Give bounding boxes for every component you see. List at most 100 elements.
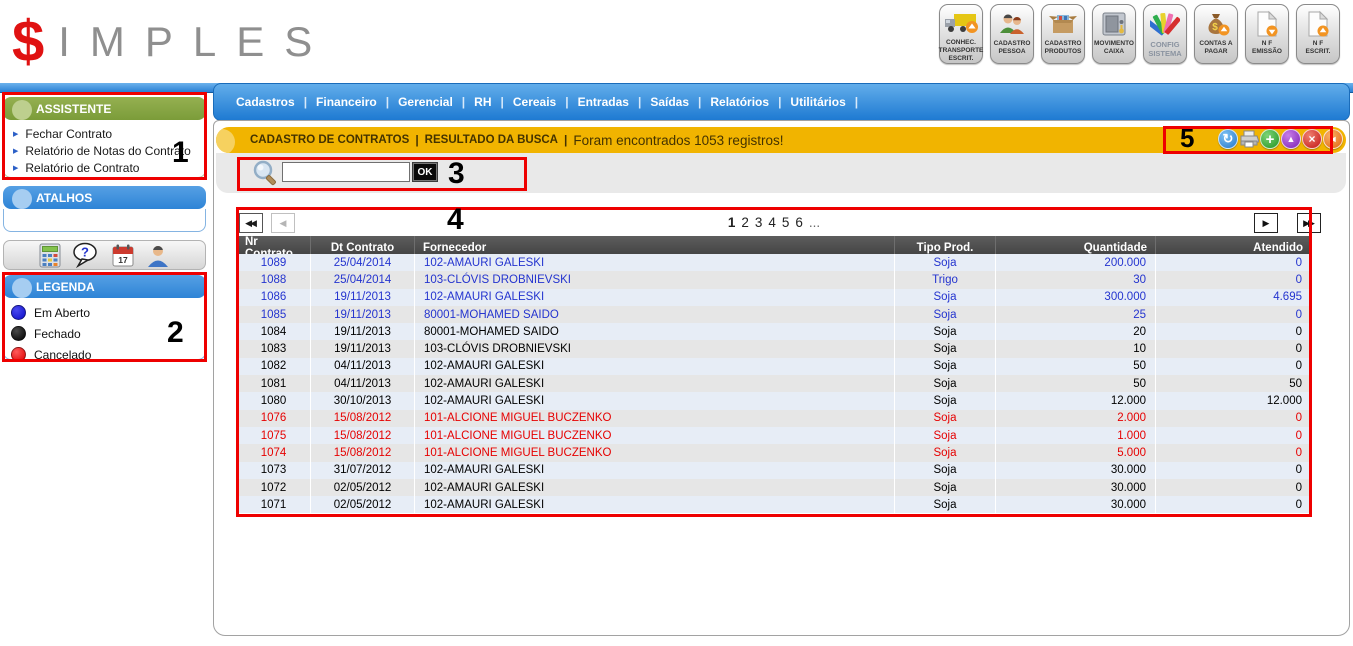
cell-fornecedor: 101-ALCIONE MIGUEL BUCZENKO [415, 444, 895, 461]
cell-atendido: 0 [1156, 306, 1311, 323]
app-logo: $ IMPLES [12, 6, 332, 78]
pagination-page-1[interactable]: 1 [728, 215, 736, 230]
pagination-page-3[interactable]: 3 [755, 215, 763, 230]
table-row[interactable]: 1080 30/10/2013 102-AMAURI GALESKI Soja … [237, 392, 1311, 409]
cell-nr-contrato[interactable]: 1072 [237, 479, 311, 496]
cell-atendido: 0 [1156, 462, 1311, 479]
legenda-panel: LEGENDA Em Aberto Fechado Cancelado [3, 275, 206, 360]
table-row[interactable]: 1086 19/11/2013 102-AMAURI GALESKI Soja … [237, 289, 1311, 306]
cell-dt-contrato: 25/04/2014 [311, 254, 415, 271]
table-row[interactable]: 1075 15/08/2012 101-ALCIONE MIGUEL BUCZE… [237, 427, 1311, 444]
cell-nr-contrato[interactable]: 1081 [237, 375, 311, 392]
cell-fornecedor: 102-AMAURI GALESKI [415, 496, 895, 513]
menu-item-gerencial[interactable]: Gerencial [398, 95, 453, 109]
cell-nr-contrato[interactable]: 1084 [237, 323, 311, 340]
cell-dt-contrato: 04/11/2013 [311, 358, 415, 375]
cell-nr-contrato[interactable]: 1088 [237, 271, 311, 288]
cell-nr-contrato[interactable]: 1073 [237, 462, 311, 479]
cell-dt-contrato: 30/10/2013 [311, 392, 415, 409]
toolbar-button-contas-a-pagar[interactable]: $ CONTAS A PAGAR [1194, 4, 1238, 64]
table-row[interactable]: 1071 02/05/2012 102-AMAURI GALESKI Soja … [237, 496, 1311, 513]
cell-nr-contrato[interactable]: 1089 [237, 254, 311, 271]
toolbar-button-movimento-caixa[interactable]: MOVIMENTO CAIXA [1092, 4, 1136, 64]
pagination-page-2[interactable]: 2 [741, 215, 749, 230]
atalhos-header: ATALHOS [3, 186, 206, 209]
menu-item-saidas[interactable]: Saídas [650, 95, 689, 109]
blue-dot-icon [11, 305, 26, 320]
pagination-page-5[interactable]: 5 [782, 215, 790, 230]
cell-fornecedor: 101-ALCIONE MIGUEL BUCZENKO [415, 427, 895, 444]
svg-text:$: $ [1212, 22, 1218, 33]
search-ok-button[interactable]: OK [412, 162, 438, 182]
user-icon[interactable] [146, 243, 170, 268]
menu-item-rh[interactable]: RH [474, 95, 491, 109]
pagination-ellipsis: ... [809, 215, 820, 230]
add-icon[interactable] [1260, 129, 1280, 149]
cell-nr-contrato[interactable]: 1082 [237, 358, 311, 375]
cell-tipo-prod: Soja [895, 427, 996, 444]
pagination-last-button[interactable]: ▶▶ [1297, 213, 1321, 233]
menu-item-cadastros[interactable]: Cadastros [236, 95, 295, 109]
cell-nr-contrato[interactable]: 1085 [237, 306, 311, 323]
table-row[interactable]: 1082 04/11/2013 102-AMAURI GALESKI Soja … [237, 358, 1311, 375]
calculator-icon[interactable] [39, 243, 61, 268]
logo-word: IMPLES [58, 21, 332, 63]
assistente-item-fechar-contrato[interactable]: ▶ Fechar Contrato [4, 125, 205, 142]
help-icon[interactable]: ? [72, 242, 100, 268]
table-row[interactable]: 1084 19/11/2013 80001-MOHAMED SAIDO Soja… [237, 323, 1311, 340]
table-row[interactable]: 1076 15/08/2012 101-ALCIONE MIGUEL BUCZE… [237, 410, 1311, 427]
assistente-item-relatorio-contrato[interactable]: ▶ Relatório de Contrato [4, 159, 205, 176]
toolbar-button-nf-escrituracao[interactable]: N F ESCRIT. [1296, 4, 1340, 64]
menu-item-entradas[interactable]: Entradas [578, 95, 629, 109]
palette-icon [1150, 9, 1180, 39]
assistente-item-relatorio-notas[interactable]: ▶ Relatório de Notas do Contrato [4, 142, 205, 159]
cell-nr-contrato[interactable]: 1075 [237, 427, 311, 444]
menu-item-cereais[interactable]: Cereais [513, 95, 556, 109]
table-row[interactable]: 1073 31/07/2012 102-AMAURI GALESKI Soja … [237, 462, 1311, 479]
table-row[interactable]: 1088 25/04/2014 103-CLÓVIS DROBNIEVSKI T… [237, 271, 1311, 288]
status-subtitle: RESULTADO DA BUSCA [425, 134, 558, 146]
cell-nr-contrato[interactable]: 1076 [237, 410, 311, 427]
menu-item-financeiro[interactable]: Financeiro [316, 95, 377, 109]
pagination-next-button[interactable]: ▶ [1254, 213, 1278, 233]
refresh-icon[interactable] [1218, 129, 1238, 149]
cell-tipo-prod: Soja [895, 340, 996, 357]
toolbar-button-cadastro-produtos[interactable]: CADASTRO PRODUTOS [1041, 4, 1085, 64]
toolbar-button-config-sistema[interactable]: CONFIG SISTEMA [1143, 4, 1187, 64]
pagination-pages: 123456... [237, 215, 1311, 230]
cell-tipo-prod: Soja [895, 323, 996, 340]
atalhos-panel: ATALHOS [3, 186, 206, 232]
cell-nr-contrato[interactable]: 1083 [237, 340, 311, 357]
menu-item-relatorios[interactable]: Relatórios [710, 95, 769, 109]
cell-dt-contrato: 25/04/2014 [311, 271, 415, 288]
search-band: OK [216, 153, 1346, 193]
header-circle-decoration [12, 100, 32, 120]
cell-nr-contrato[interactable]: 1086 [237, 289, 311, 306]
toolbar-button-conhec-transporte[interactable]: CONHEC. TRANSPORTE ESCRIT. [939, 4, 983, 64]
cell-nr-contrato[interactable]: 1080 [237, 392, 311, 409]
table-row[interactable]: 1083 19/11/2013 103-CLÓVIS DROBNIEVSKI S… [237, 340, 1311, 357]
table-row[interactable]: 1089 25/04/2014 102-AMAURI GALESKI Soja … [237, 254, 1311, 271]
up-icon[interactable] [1281, 129, 1301, 149]
pagination-page-6[interactable]: 6 [795, 215, 803, 230]
cell-tipo-prod: Soja [895, 306, 996, 323]
toolbar-button-nf-emissao[interactable]: N F EMISSÃO [1245, 4, 1289, 64]
cell-fornecedor: 102-AMAURI GALESKI [415, 375, 895, 392]
bullet-arrow-icon: ▶ [13, 147, 18, 155]
toolbar-button-cadastro-pessoa[interactable]: CADASTRO PESSOA [990, 4, 1034, 64]
cell-fornecedor: 80001-MOHAMED SAIDO [415, 306, 895, 323]
cell-nr-contrato[interactable]: 1071 [237, 496, 311, 513]
print-icon[interactable] [1239, 129, 1259, 149]
menu-item-utilitarios[interactable]: Utilitários [790, 95, 845, 109]
search-input[interactable] [282, 162, 410, 182]
cell-nr-contrato[interactable]: 1074 [237, 444, 311, 461]
pagination-page-4[interactable]: 4 [768, 215, 776, 230]
table-row[interactable]: 1072 02/05/2012 102-AMAURI GALESKI Soja … [237, 479, 1311, 496]
back-icon[interactable] [1323, 129, 1343, 149]
calendar-icon[interactable]: 17 [111, 243, 135, 268]
close-icon[interactable] [1302, 129, 1322, 149]
table-row[interactable]: 1081 04/11/2013 102-AMAURI GALESKI Soja … [237, 375, 1311, 392]
table-row[interactable]: 1074 15/08/2012 101-ALCIONE MIGUEL BUCZE… [237, 444, 1311, 461]
cell-dt-contrato: 19/11/2013 [311, 306, 415, 323]
table-row[interactable]: 1085 19/11/2013 80001-MOHAMED SAIDO Soja… [237, 306, 1311, 323]
